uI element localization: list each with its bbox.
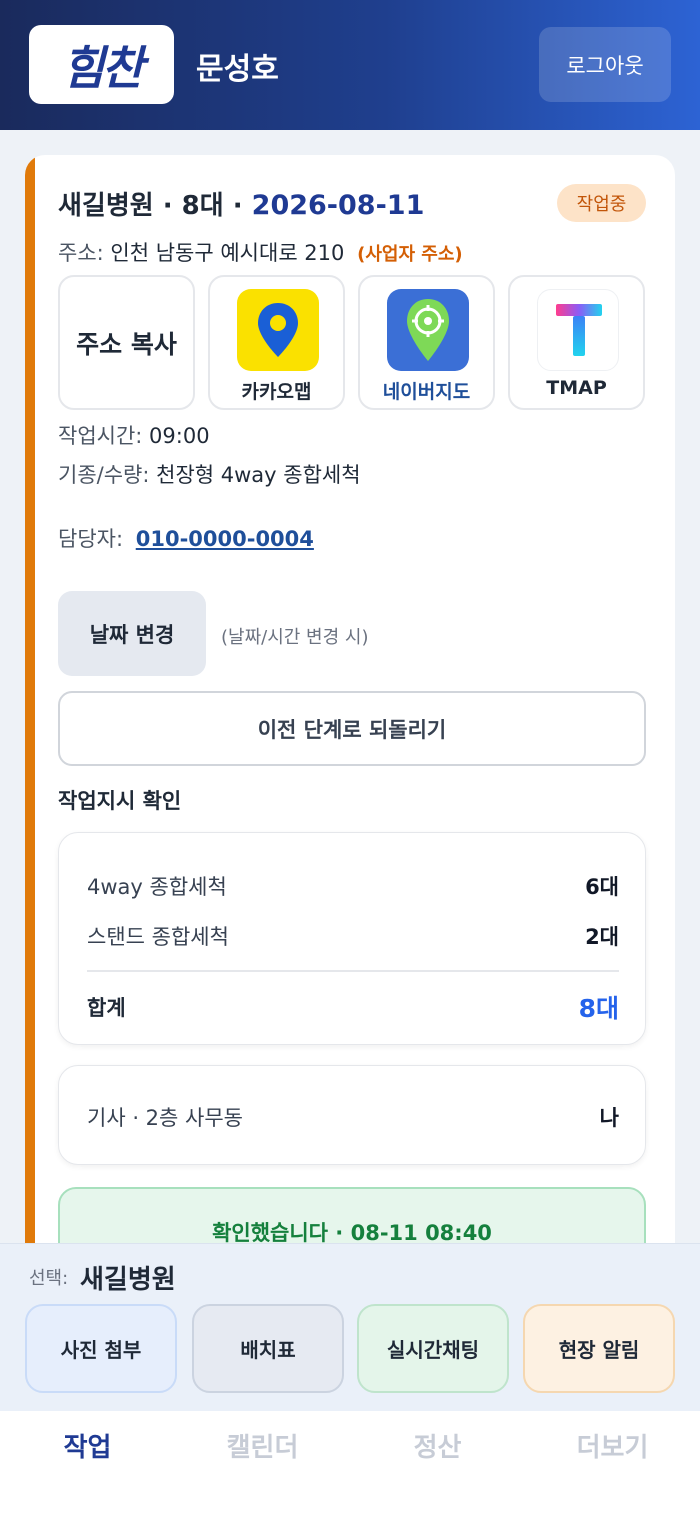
card-accent-bar <box>25 155 35 1305</box>
status-badge: 작업중 <box>557 184 646 222</box>
app-header: 힘찬 문성호 로그아웃 <box>0 0 700 130</box>
contact-label: 담당자: <box>58 527 124 551</box>
work-order-box: 4way 종합세척 6대 스탠드 종합세척 2대 합계 8대 <box>58 832 646 1045</box>
work-order-item-name: 스탠드 종합세척 <box>87 925 229 949</box>
user-name: 문성호 <box>196 52 279 87</box>
job-title-prefix: 새길병원 · 8대 · <box>58 191 252 221</box>
model-line: 기종/수량: 천장형 4way 종합세척 <box>58 459 361 489</box>
address-label: 주소: <box>58 241 104 265</box>
photo-attach-button[interactable]: 사진 첨부 <box>25 1304 177 1393</box>
work-order-item-qty: 2대 <box>585 925 619 949</box>
work-order-item-name: 4way 종합세척 <box>87 875 227 899</box>
model-label: 기종/수량: <box>58 463 150 487</box>
kakaomap-label: 카카오맵 <box>241 381 312 403</box>
logo-text: 힘찬 <box>62 40 144 95</box>
work-time-line: 작업시간: 09:00 <box>58 420 210 450</box>
kakaomap-button[interactable]: 카카오맵 <box>208 275 345 410</box>
work-order-item-qty: 6대 <box>585 875 619 899</box>
tab-settlement[interactable]: 정산 <box>350 1427 525 1464</box>
job-date: 2026-08-11 <box>251 190 425 221</box>
navermap-icon <box>387 289 469 371</box>
address-value: 인천 남동구 예시대로 210 <box>110 241 345 265</box>
tab-calendar[interactable]: 캘린더 <box>175 1427 350 1464</box>
work-time-value: 09:00 <box>149 424 210 448</box>
kakaomap-icon <box>237 289 319 371</box>
work-order-total-qty: 8대 <box>578 994 619 1023</box>
work-order-title: 작업지시 확인 <box>58 789 182 813</box>
navermap-button[interactable]: 네이버지도 <box>358 275 495 410</box>
navermap-label: 네이버지도 <box>382 381 471 403</box>
work-order-total: 합계 8대 <box>87 989 619 1025</box>
address-line: 주소: 인천 남동구 예시대로 210 (사업자 주소) <box>58 237 463 267</box>
work-order-total-label: 합계 <box>87 996 126 1020</box>
work-time-label: 작업시간: <box>58 424 143 448</box>
location-value: 나 <box>599 1106 619 1130</box>
layout-chart-button[interactable]: 배치표 <box>192 1304 344 1393</box>
work-order-divider <box>87 970 619 972</box>
realtime-chat-button[interactable]: 실시간채팅 <box>357 1304 509 1393</box>
copy-address-button[interactable]: 주소 복사 <box>58 275 195 410</box>
tmap-icon <box>537 289 619 371</box>
app-logo: 힘찬 <box>29 25 174 104</box>
work-order-item: 4way 종합세척 6대 <box>87 871 619 901</box>
address-note: (사업자 주소) <box>357 244 463 265</box>
date-change-button[interactable]: 날짜 변경 <box>58 591 206 676</box>
work-order-item: 스탠드 종합세척 2대 <box>87 921 619 951</box>
revert-step-button[interactable]: 이전 단계로 되돌리기 <box>58 691 646 766</box>
location-row: 기사 · 2층 사무동 나 <box>87 1102 619 1132</box>
bottom-tab-bar: 작업 캘린더 정산 더보기 <box>0 1411 700 1515</box>
job-title: 새길병원 · 8대 · 2026-08-11 <box>58 185 424 222</box>
location-label: 기사 · 2층 사무동 <box>87 1106 243 1130</box>
location-box: 기사 · 2층 사무동 나 <box>58 1065 646 1165</box>
tmap-button[interactable]: TMAP <box>508 275 645 410</box>
model-value: 천장형 4way 종합세척 <box>156 463 361 487</box>
tab-work[interactable]: 작업 <box>0 1427 175 1464</box>
date-change-hint: (날짜/시간 변경 시) <box>221 627 369 648</box>
contact-line: 담당자: 010-0000-0004 <box>58 523 314 553</box>
tmap-label: TMAP <box>546 377 607 399</box>
site-alert-button[interactable]: 현장 알림 <box>523 1304 675 1393</box>
job-card: 새길병원 · 8대 · 2026-08-11 작업중 주소: 인천 남동구 예시… <box>25 155 675 1305</box>
selection-name: 새길병원 <box>80 1265 176 1295</box>
selection-label: 선택: <box>29 1268 69 1289</box>
bottom-action-panel: 선택: 새길병원 사진 첨부 배치표 실시간채팅 현장 알림 <box>0 1243 700 1411</box>
logout-button[interactable]: 로그아웃 <box>539 27 671 102</box>
contact-phone-link[interactable]: 010-0000-0004 <box>136 527 314 551</box>
tab-more[interactable]: 더보기 <box>525 1427 700 1464</box>
